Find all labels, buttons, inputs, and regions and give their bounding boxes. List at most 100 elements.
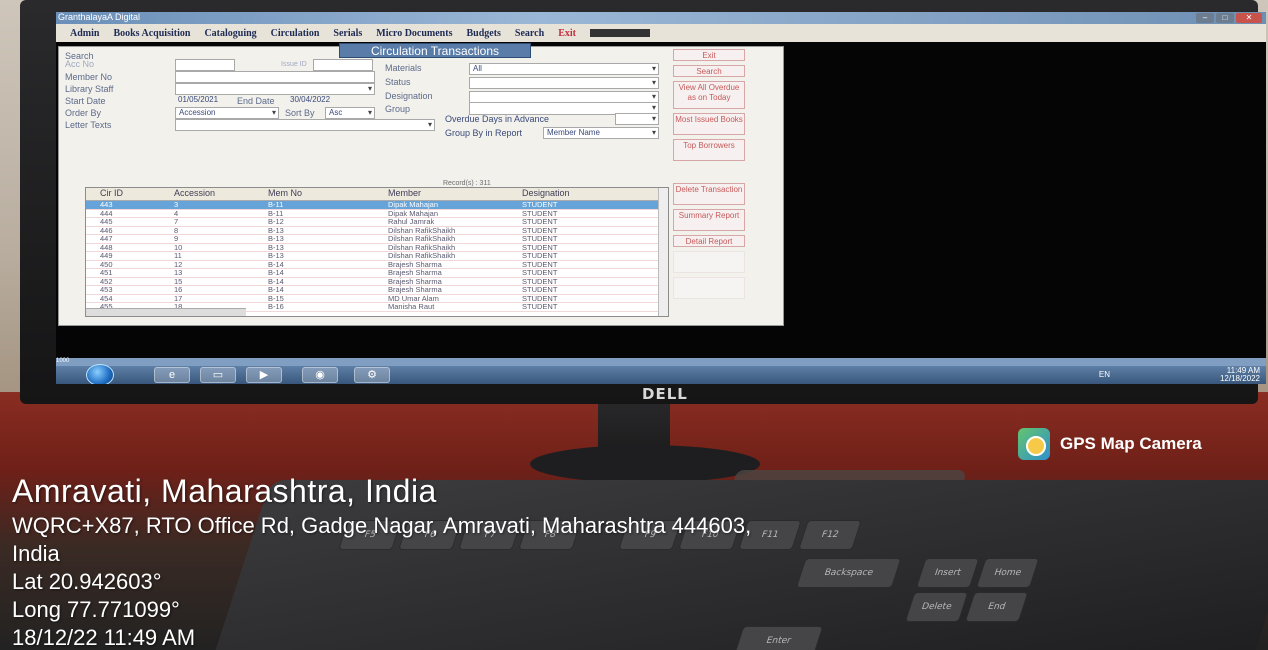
menu-circulation[interactable]: Circulation (271, 28, 320, 39)
language-indicator[interactable]: EN (1099, 371, 1110, 379)
table-cell: 12 (174, 259, 183, 269)
acc-no-input[interactable] (175, 59, 235, 71)
library-staff-select[interactable] (175, 83, 375, 95)
order-by-label: Order By (65, 108, 102, 118)
network-app-icon[interactable]: ⚙ (354, 367, 390, 383)
table-cell: Brajesh Sharma (388, 259, 442, 269)
explorer-icon[interactable]: ▭ (200, 367, 236, 383)
transactions-grid[interactable]: Cir ID Accession Mem No Member Designati… (85, 187, 669, 317)
table-cell: Dilshan RafikShaikh (388, 234, 456, 243)
table-cell: 10 (174, 242, 183, 252)
gps-app-name: GPS Map Camera (1060, 434, 1202, 453)
key-insert: Insert (915, 558, 980, 588)
end-date-label: End Date (237, 96, 275, 106)
menu-books-acquisition[interactable]: Books Acquisition (113, 28, 190, 39)
letter-texts-select[interactable] (175, 119, 435, 131)
gps-camera-badge: GPS Map Camera (1018, 428, 1202, 460)
acc-no-label: Acc No (65, 59, 95, 69)
record-count: Record(s) : 311 (443, 180, 491, 187)
location-city: Amravati, Maharashtra, India (12, 473, 437, 509)
chrome-icon[interactable]: ◉ (302, 367, 338, 383)
col-member[interactable]: Member (388, 188, 522, 200)
start-button[interactable] (86, 364, 114, 384)
materials-label: Materials (385, 63, 422, 73)
menu-budgets[interactable]: Budgets (466, 28, 500, 39)
table-cell: 4 (174, 208, 179, 218)
statusbar: 1000 (56, 358, 1266, 366)
app-client-area: Circulation Transactions Search Acc No I… (56, 42, 1266, 358)
system-tray: EN 11:49 AM 12/18/2022 (1099, 367, 1260, 383)
order-by-select[interactable]: Accession (175, 107, 279, 119)
start-date-input[interactable]: 01/05/2021 (175, 95, 233, 107)
table-cell: Rahul Jamrak (388, 217, 435, 226)
member-no-input[interactable] (175, 71, 375, 83)
table-cell: 444 (100, 208, 113, 218)
menu-micro-documents[interactable]: Micro Documents (376, 28, 452, 39)
end-date-input[interactable]: 30/04/2022 (287, 95, 345, 107)
table-cell: 8 (174, 225, 179, 235)
status-select[interactable] (469, 77, 659, 89)
col-cir-id[interactable]: Cir ID (100, 188, 174, 200)
table-cell: STUDENT (522, 285, 558, 294)
ie-icon[interactable]: e (154, 367, 190, 383)
location-overlay: Amravati, Maharashtra, India WQRC+X87, R… (12, 470, 751, 650)
view-all-overdue-button[interactable]: View All Overdue as on Today (673, 81, 745, 109)
menu-search[interactable]: Search (515, 28, 544, 39)
grid-horizontal-scrollbar[interactable] (86, 308, 246, 316)
maximize-icon[interactable]: □ (1216, 13, 1234, 23)
table-cell: 451 (100, 268, 113, 277)
app-titlebar: GranthalayaA Digital – □ ✕ (56, 12, 1266, 24)
clock-date[interactable]: 12/18/2022 (1220, 375, 1260, 383)
issue-id-input[interactable] (313, 59, 373, 71)
menu-exit[interactable]: Exit (558, 28, 576, 39)
table-cell: STUDENT (522, 259, 558, 269)
table-cell: Dilshan RafikShaikh (388, 225, 456, 235)
overdue-days-select[interactable] (615, 113, 659, 125)
menu-cataloguing[interactable]: Cataloguing (204, 28, 256, 39)
table-cell: STUDENT (522, 208, 558, 218)
camera-icon (1018, 428, 1050, 460)
menu-admin[interactable]: Admin (70, 28, 99, 39)
table-cell: 9 (174, 234, 179, 243)
col-mem-no[interactable]: Mem No (268, 188, 388, 200)
table-cell: STUDENT (522, 234, 558, 243)
disabled-button-2 (673, 277, 745, 299)
table-cell: Dilshan RafikShaikh (388, 251, 456, 260)
location-latitude: Lat 20.942603° (12, 569, 162, 594)
key-end: End (964, 592, 1029, 622)
col-accession[interactable]: Accession (174, 188, 268, 200)
form-title: Circulation Transactions (339, 43, 531, 58)
table-cell: 16 (174, 285, 183, 294)
detail-report-button[interactable]: Detail Report (673, 235, 745, 247)
letter-texts-label: Letter Texts (65, 120, 112, 130)
table-cell: B-11 (268, 208, 284, 218)
overdue-days-label: Overdue Days in Advance (445, 114, 550, 124)
table-cell: STUDENT (522, 251, 558, 260)
top-borrowers-button[interactable]: Top Borrowers (673, 139, 745, 161)
col-designation[interactable]: Designation (522, 188, 646, 200)
menu-serials[interactable]: Serials (333, 28, 362, 39)
table-cell: 11 (174, 251, 182, 260)
designation-label: Designation (385, 91, 433, 101)
table-cell: 3 (174, 200, 179, 209)
sort-by-select[interactable]: Asc (325, 107, 375, 119)
table-cell: STUDENT (522, 225, 558, 235)
table-cell: 454 (100, 293, 113, 303)
grid-vertical-scrollbar[interactable] (658, 188, 668, 316)
table-cell: B-13 (268, 242, 284, 252)
minimize-icon[interactable]: – (1196, 13, 1214, 23)
media-player-icon[interactable]: ▶ (246, 367, 282, 383)
table-cell: STUDENT (522, 276, 558, 286)
table-cell: 448 (100, 242, 113, 252)
designation-select[interactable] (469, 91, 659, 103)
summary-report-button[interactable]: Summary Report (673, 209, 745, 231)
table-cell: B-16 (268, 302, 284, 311)
group-by-report-select[interactable]: Member Name (543, 127, 659, 139)
status-label: Status (385, 77, 411, 87)
materials-select[interactable]: All (469, 63, 659, 75)
delete-transaction-button[interactable]: Delete Transaction (673, 183, 745, 205)
exit-button[interactable]: Exit (673, 49, 745, 61)
close-icon[interactable]: ✕ (1236, 13, 1262, 23)
most-issued-books-button[interactable]: Most Issued Books (673, 113, 745, 135)
search-button[interactable]: Search (673, 65, 745, 77)
